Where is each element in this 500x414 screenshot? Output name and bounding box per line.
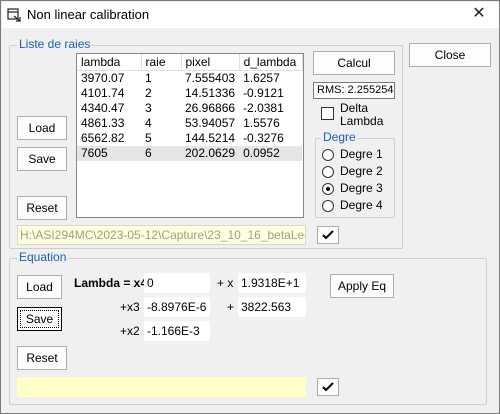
close-icon[interactable]: ✕ [469, 4, 489, 24]
cell-raie: 5 [145, 131, 152, 145]
lambda-x4-label: Lambda = x4 [74, 276, 148, 290]
cell-d-lambda: 1.6257 [243, 71, 280, 85]
x-label: + x [217, 276, 234, 290]
equation-save-button[interactable]: Save [17, 307, 62, 331]
cell-pixel: 202.0629 [181, 146, 240, 161]
raies-reset-button[interactable]: Reset [17, 196, 67, 220]
cell-d-lambda: -0.3276 [243, 131, 284, 145]
equation-load-button[interactable]: Load [17, 275, 62, 299]
rms-field: RMS: 2.255254 [313, 82, 395, 99]
calibration-window: Non linear calibration ✕ Close Liste de … [0, 0, 500, 414]
degre-3-label[interactable]: Degre 3 [340, 181, 383, 195]
col-d-lambda[interactable]: d_lambda [239, 54, 303, 71]
file-path-field[interactable]: H:\ASI294MC\2023-05-12\Capture\23_10_16_… [17, 225, 306, 245]
degre-1-radio[interactable] [322, 149, 334, 161]
cell-d-lambda: 1.5576 [243, 116, 280, 130]
x-coefficient-field[interactable]: 1.9318E+1 [238, 273, 306, 293]
x2-label: +x2 [120, 324, 140, 338]
degre-3-radio[interactable] [322, 183, 334, 195]
table-row[interactable]: 4340.47 3 26.96866 -2.0381 [77, 101, 302, 116]
cell-d-lambda: -2.0381 [243, 101, 284, 115]
cell-lambda: 7605 [77, 146, 141, 161]
equation-reset-button[interactable]: Reset [17, 346, 67, 370]
cell-pixel: 14.51336 [185, 86, 236, 100]
cell-lambda: 4340.47 [81, 101, 125, 115]
cell-raie: 6 [141, 146, 181, 161]
plus-label: + [227, 300, 235, 314]
degre-group-title: Degre [321, 130, 358, 144]
equation-group-title: Equation [17, 250, 69, 264]
table-row[interactable]: 3970.07 1 7.555403 1.6257 [77, 71, 302, 87]
col-lambda[interactable]: lambda [77, 54, 142, 71]
degre-2-label[interactable]: Degre 2 [340, 164, 383, 178]
raies-load-button[interactable]: Load [17, 116, 67, 140]
delta-lambda-label: Delta Lambda [340, 101, 384, 128]
equation-input-field[interactable] [17, 377, 306, 397]
delta-lambda-checkbox[interactable] [321, 107, 334, 120]
x3-label: +x3 [120, 300, 140, 314]
cell-lambda: 6562.82 [81, 131, 125, 145]
cell-d-lambda: -0.9121 [243, 86, 284, 100]
close-button[interactable]: Close [409, 43, 491, 67]
table-header: lambda raie pixel d_lambda [77, 54, 303, 71]
table-row-selected[interactable]: 7605 6 202.0629 0.0952 [77, 146, 303, 161]
cell-pixel: 26.96866 [185, 101, 236, 115]
window-title: Non linear calibration [27, 7, 150, 22]
app-icon [7, 8, 21, 22]
equation-confirm-button[interactable] [317, 378, 339, 396]
calcul-button[interactable]: Calcul [313, 51, 395, 75]
cell-lambda: 4861.33 [81, 116, 125, 130]
cell-raie: 1 [145, 71, 152, 85]
col-raie[interactable]: raie [141, 54, 182, 71]
raies-group-title: Liste de raies [17, 37, 93, 51]
cell-pixel: 7.555403 [185, 71, 236, 85]
degre-2-radio[interactable] [322, 166, 334, 178]
degre-1-label[interactable]: Degre 1 [340, 147, 383, 161]
col-pixel[interactable]: pixel [181, 54, 240, 71]
x3-coefficient-field[interactable]: -8.8976E-6 [144, 297, 210, 317]
cell-raie: 2 [145, 86, 152, 100]
cell-lambda: 3970.07 [81, 71, 125, 85]
cell-raie: 3 [145, 101, 152, 115]
cell-raie: 4 [145, 116, 152, 130]
title-bar[interactable]: Non linear calibration ✕ [2, 2, 499, 28]
table-row[interactable]: 4101.74 2 14.51336 -0.9121 [77, 86, 302, 101]
table-row[interactable]: 4861.33 4 53.94057 1.5576 [77, 116, 302, 131]
constant-field[interactable]: 3822.563 [238, 297, 306, 317]
path-confirm-button[interactable] [317, 226, 339, 244]
cell-lambda: 4101.74 [81, 86, 125, 100]
checkmark-icon [322, 230, 334, 240]
x2-coefficient-field[interactable]: -1.166E-3 [144, 321, 210, 341]
raies-save-button[interactable]: Save [17, 147, 67, 171]
checkmark-icon [322, 382, 334, 392]
degre-4-label[interactable]: Degre 4 [340, 198, 383, 212]
table-row[interactable]: 6562.82 5 144.5214 -0.3276 [77, 131, 302, 146]
x4-coefficient-field[interactable]: 0 [144, 273, 210, 293]
degre-4-radio[interactable] [322, 200, 334, 212]
apply-eq-button[interactable]: Apply Eq [330, 274, 394, 298]
cell-pixel: 144.5214 [185, 131, 236, 145]
raies-table[interactable]: lambda raie pixel d_lambda 3970.07 1 7.5… [76, 53, 304, 218]
cell-d-lambda: 0.0952 [239, 146, 303, 161]
cell-pixel: 53.94057 [185, 116, 236, 130]
